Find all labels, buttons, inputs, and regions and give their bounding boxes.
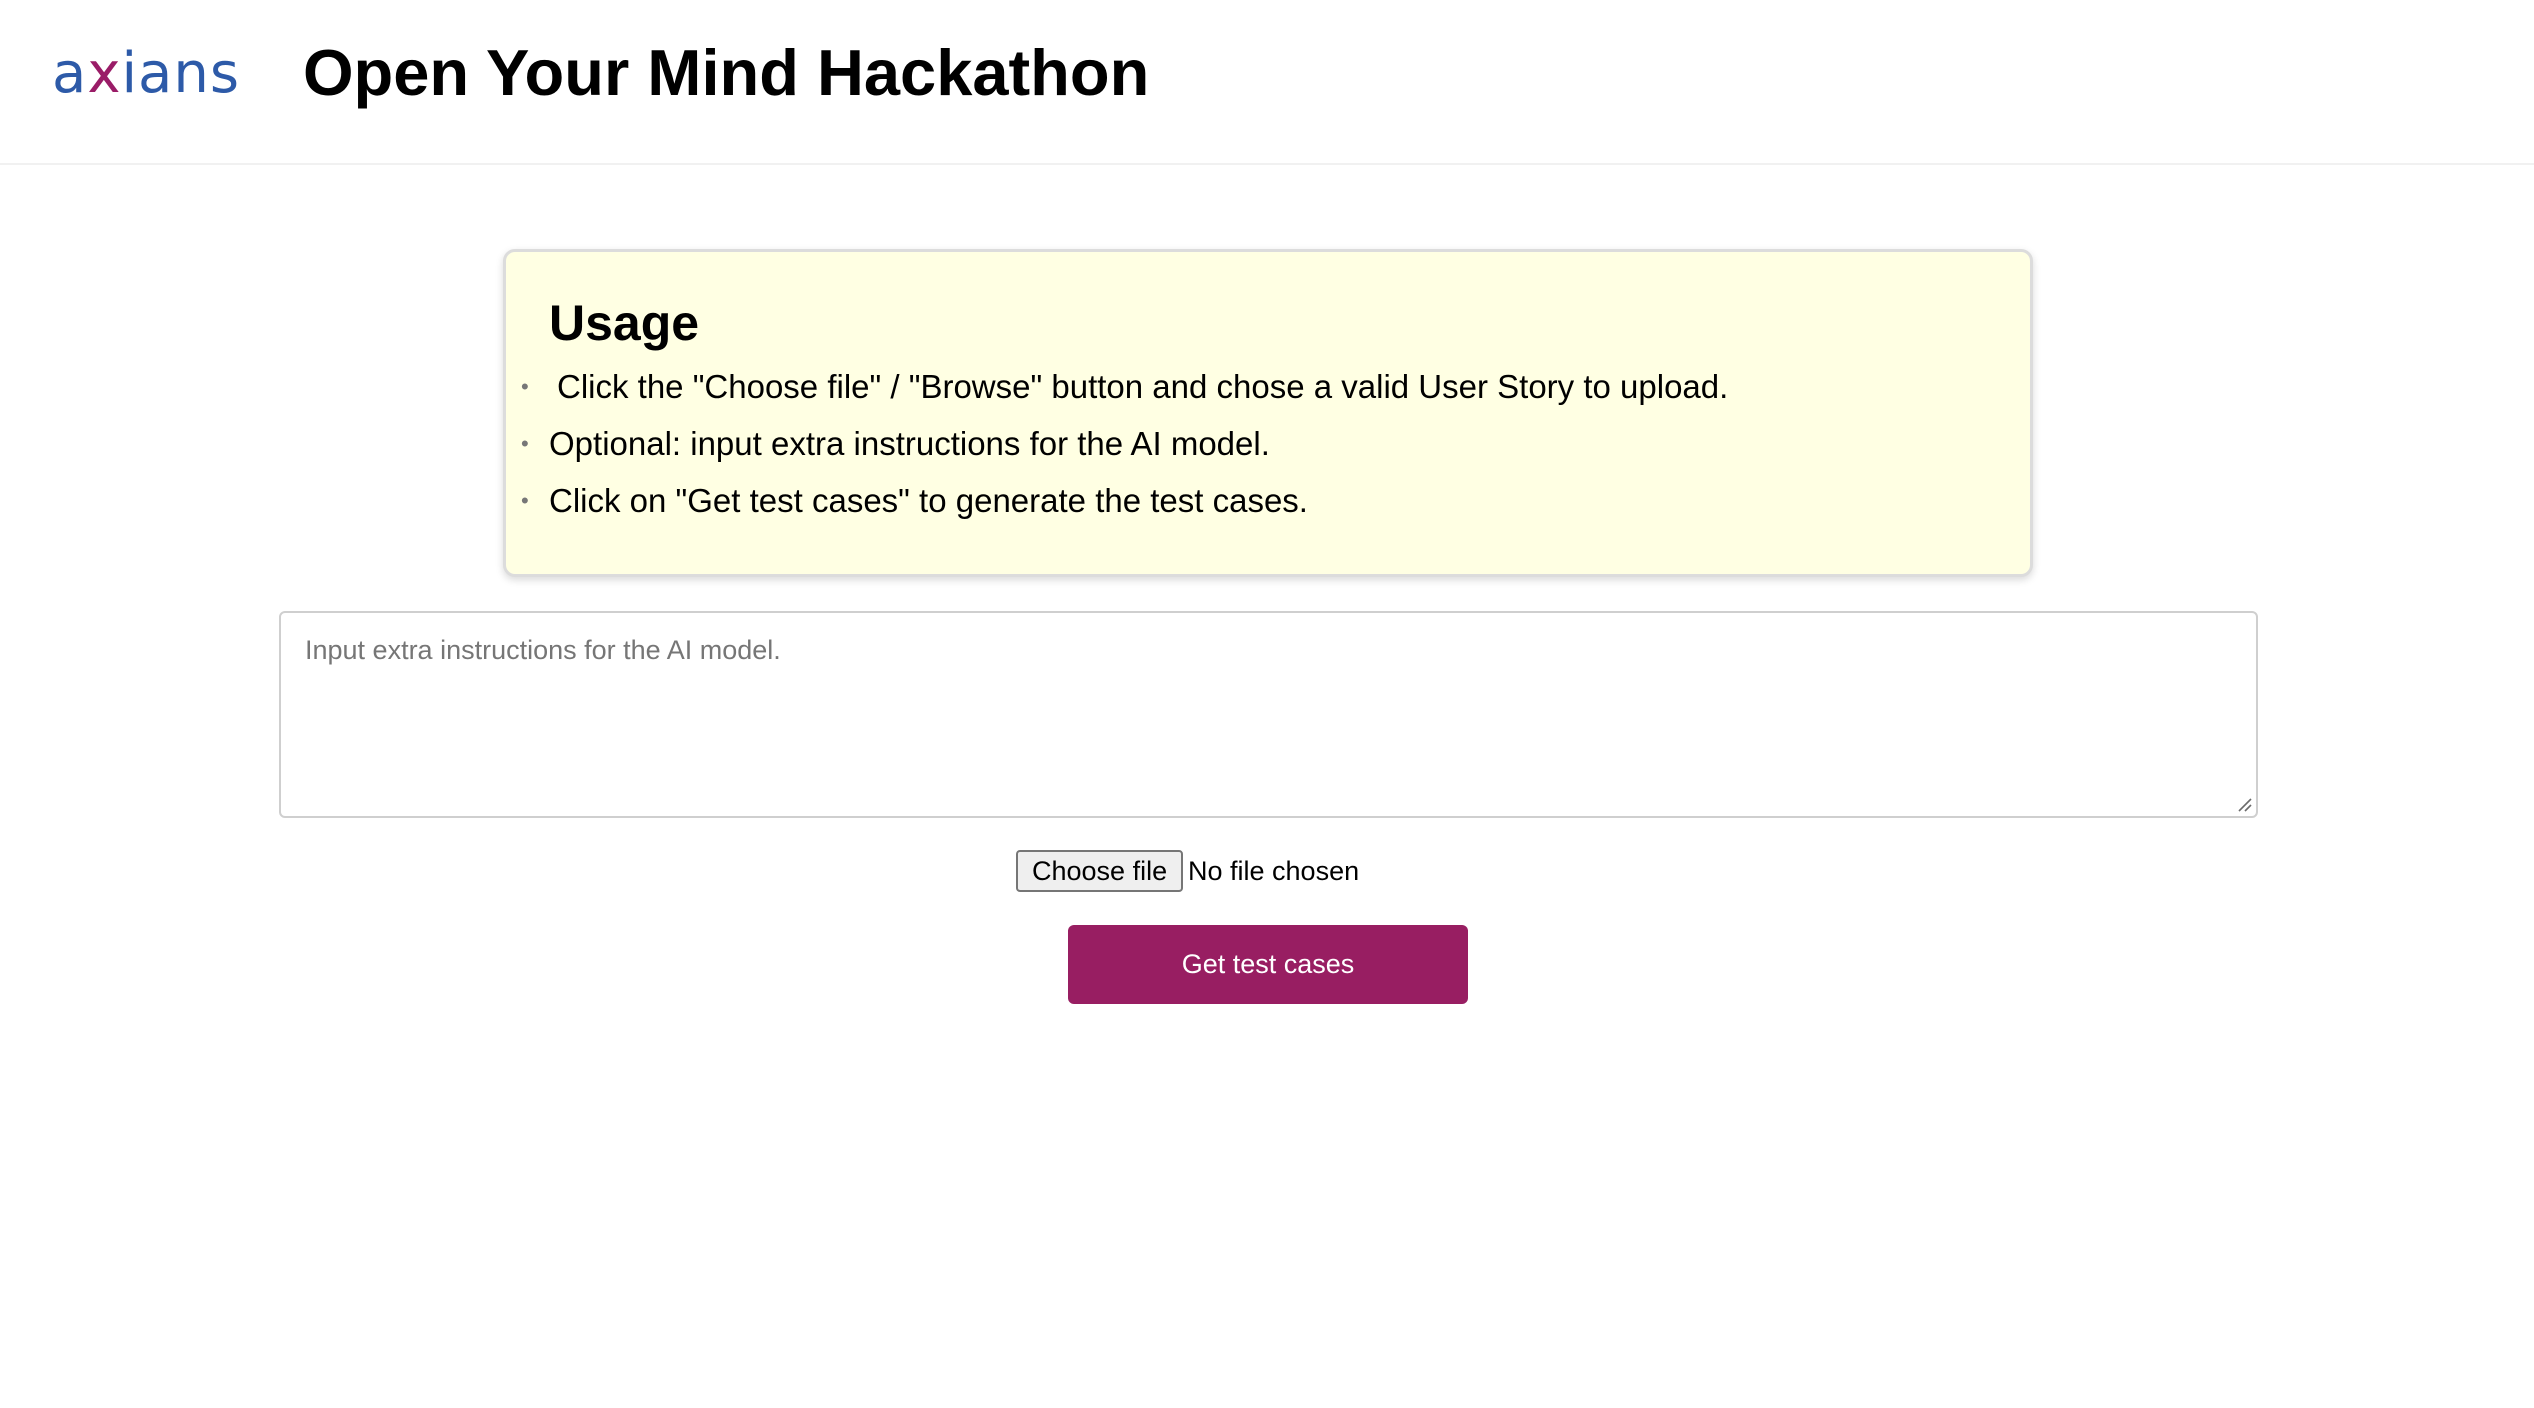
extra-instructions-textarea[interactable] xyxy=(279,611,2258,818)
page-title: Open Your Mind Hackathon xyxy=(303,36,1150,109)
usage-title: Usage xyxy=(549,295,700,351)
usage-item-text: Click on "Get test cases" to generate th… xyxy=(549,482,1308,519)
app-header: axians Open Your Mind Hackathon xyxy=(0,0,2534,165)
file-status-text: No file chosen xyxy=(1188,856,1360,886)
bullet-icon: • xyxy=(521,488,529,513)
usage-item-text: Optional: input extra instructions for t… xyxy=(549,425,1270,462)
page: axians Open Your Mind Hackathon Usage • … xyxy=(0,0,2534,1408)
resize-handle-icon[interactable] xyxy=(2236,796,2252,812)
logo-wordmark: axians xyxy=(52,44,240,104)
get-test-cases-button[interactable]: Get test cases xyxy=(1068,925,1468,1004)
axians-logo: axians xyxy=(52,44,240,104)
usage-item-text: Click the "Choose file" / "Browse" butto… xyxy=(557,368,1729,405)
bullet-icon: • xyxy=(521,374,529,399)
usage-panel: Usage • Click the "Choose file" / "Brows… xyxy=(503,249,2033,577)
bullet-icon: • xyxy=(521,431,529,456)
choose-file-button[interactable]: Choose file xyxy=(1016,850,1184,892)
